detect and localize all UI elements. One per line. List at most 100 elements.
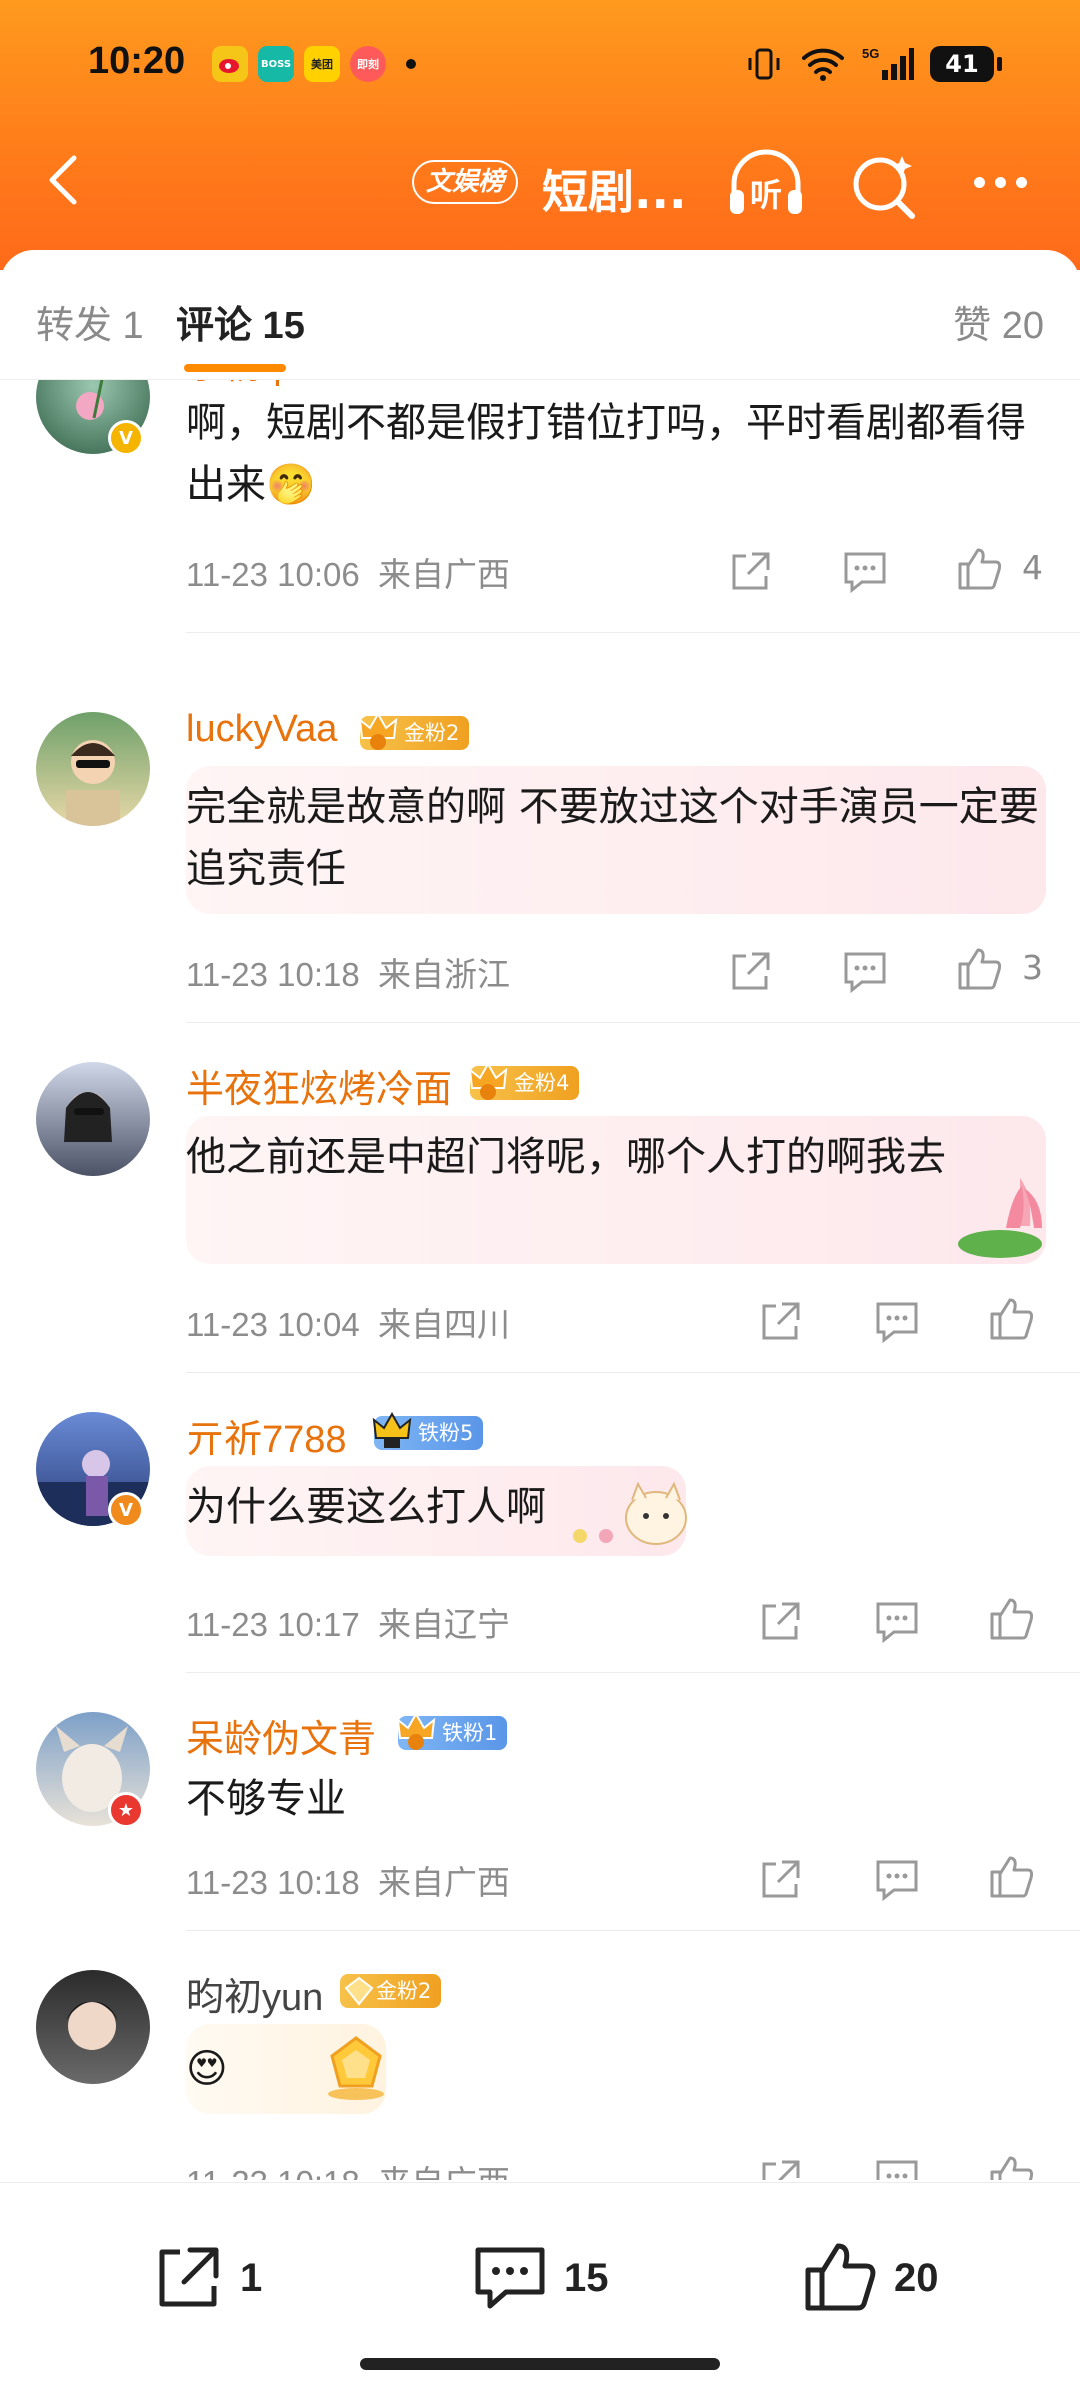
comment-username[interactable]: 亓祈7788 xyxy=(186,1408,347,1463)
comment-time: 11-23 10:18 xyxy=(186,1864,360,1901)
vibrate-icon xyxy=(748,48,780,80)
share-icon[interactable] xyxy=(756,1854,806,1904)
share-icon[interactable] xyxy=(756,2154,806,2180)
like-icon[interactable] xyxy=(954,944,1004,994)
comment-item: ★ 呆龄伪文青 铁粉1 不够专业 11-23 10:18 来自广西 xyxy=(0,1672,1080,1931)
tab-likes[interactable]: 赞 20 xyxy=(953,294,1044,349)
comment-time: 11-23 10:04 xyxy=(186,1306,360,1343)
comment-count: 15 xyxy=(564,2255,609,2300)
more-dot-icon xyxy=(1015,176,1027,188)
listen-button[interactable]: 听 xyxy=(724,144,808,224)
comment-meta: 11-23 10:04 来自四川 xyxy=(186,1298,510,1346)
home-indicator[interactable] xyxy=(360,2358,720,2370)
more-button[interactable] xyxy=(962,162,1038,202)
divider xyxy=(186,632,1080,633)
chevron-left-icon xyxy=(49,155,77,205)
fan-badge-label: 金粉4 xyxy=(514,1071,570,1095)
comment-emoji: 😍 xyxy=(186,2046,228,2092)
like-count: 3 xyxy=(1022,948,1043,987)
tab-bar: 转发 1 评论 15 赞 20 xyxy=(0,250,1080,380)
comment-location: 来自浙江 xyxy=(378,956,511,993)
fan-badge: 金粉4 xyxy=(468,1061,580,1100)
comment-meta: 11-23 10:17 来自辽宁 xyxy=(186,1598,510,1646)
reply-icon[interactable] xyxy=(840,546,890,596)
tab-comments[interactable]: 评论 15 xyxy=(176,294,305,349)
nav-bar: 文娱榜 短剧... 听 xyxy=(0,140,1080,240)
verified-star-icon: ★ xyxy=(108,1792,144,1828)
crown-icon xyxy=(372,1411,412,1448)
back-button[interactable] xyxy=(36,150,96,210)
comment-username[interactable]: 呆龄伪文青 xyxy=(186,1708,376,1763)
fan-badge: 铁粉1 xyxy=(396,1711,508,1750)
verified-v-icon: V xyxy=(108,420,144,456)
comment-text: 为什么要这么打人啊 xyxy=(186,1484,546,1530)
more-dot-icon xyxy=(973,176,985,188)
comment-username[interactable]: 小杨 | XZ xyxy=(186,380,342,389)
fan-badge: 金粉2 xyxy=(340,1974,442,2008)
comment-emoji: 🤭 xyxy=(266,462,316,508)
comment-username[interactable]: luckyVaa xyxy=(186,708,337,751)
like-icon[interactable] xyxy=(986,1294,1036,1344)
comment-meta: 11-23 10:06 来自广西 xyxy=(186,548,510,596)
like-icon[interactable] xyxy=(986,2152,1036,2180)
status-time: 10:20 xyxy=(88,40,186,82)
comment-list: V 小杨 | XZ 啊，短剧不都是假打错位打吗，平时看剧都看得出来🤭 11-23… xyxy=(0,380,1080,2180)
tab-reposts[interactable]: 转发 1 xyxy=(36,294,144,349)
status-right: 5G 41 xyxy=(744,44,1002,84)
comment-username[interactable]: 半夜狂炫烤冷面 xyxy=(186,1058,452,1113)
comment-meta: 11-23 10:18 来自浙江 xyxy=(186,948,510,996)
comment-username[interactable]: 昀初yun xyxy=(186,1966,323,2021)
svg-text:5G: 5G xyxy=(862,46,879,61)
search-button[interactable] xyxy=(848,150,920,222)
crown-icon xyxy=(468,1061,508,1100)
weibo-app-icon xyxy=(212,46,248,82)
crown-icon xyxy=(396,1711,436,1750)
comment-button[interactable]: 15 xyxy=(470,2233,609,2323)
header: 10:20 BOSS 美团 即刻 5G 41 文娱榜 短剧... 听 xyxy=(0,0,1080,270)
share-icon[interactable] xyxy=(726,546,776,596)
meituan-app-icon: 美团 xyxy=(304,46,340,82)
comment-text: 他之前还是中超门将呢，哪个人打的啊我去 xyxy=(186,1134,946,1180)
avatar[interactable] xyxy=(36,1970,150,2084)
reply-icon[interactable] xyxy=(872,1596,922,1646)
comment-item: V 小杨 | XZ 啊，短剧不都是假打错位打吗，平时看剧都看得出来🤭 11-23… xyxy=(0,380,1080,633)
like-icon[interactable] xyxy=(954,544,1004,594)
reply-icon[interactable] xyxy=(872,1854,922,1904)
fan-badge: 金粉2 xyxy=(358,711,470,750)
share-icon[interactable] xyxy=(756,1296,806,1346)
comment-time: 11-23 10:06 xyxy=(186,556,360,593)
comment-sheet: 转发 1 评论 15 赞 20 V 小杨 | XZ 啊，短剧不都是假打错位打吗，… xyxy=(0,250,1080,2392)
boss-app-icon: BOSS xyxy=(258,46,294,82)
comment-text: 不够专业 xyxy=(186,1776,346,1822)
share-icon[interactable] xyxy=(756,1596,806,1646)
reply-icon[interactable] xyxy=(840,946,890,996)
gold-medal-sticker-icon xyxy=(328,2036,384,2100)
comment-location: 来自广西 xyxy=(378,1864,511,1901)
repost-button[interactable]: 1 xyxy=(150,2233,262,2323)
avatar[interactable] xyxy=(36,712,150,826)
status-app-icons: BOSS 美团 即刻 xyxy=(212,46,416,82)
reply-icon[interactable] xyxy=(872,1296,922,1346)
comment-time: 11-23 10:18 xyxy=(186,2164,360,2180)
comment-meta: 11-23 10:18 来自广西 xyxy=(186,2156,510,2180)
comment-location: 来自四川 xyxy=(378,1306,511,1343)
like-button[interactable]: 20 xyxy=(800,2233,939,2323)
status-bar: 10:20 BOSS 美团 即刻 5G 41 xyxy=(0,36,1080,96)
rank-badge[interactable]: 文娱榜 xyxy=(412,160,519,204)
thumbs-up-icon xyxy=(805,2243,876,2311)
fan-badge: 铁粉5 xyxy=(372,1411,484,1450)
share-icon[interactable] xyxy=(726,946,776,996)
like-icon[interactable] xyxy=(986,1594,1036,1644)
comment-location: 来自广西 xyxy=(378,556,511,593)
reply-icon[interactable] xyxy=(872,2154,922,2180)
tab-indicator xyxy=(184,364,286,372)
comment-text: 😍 xyxy=(186,2038,1046,2100)
anime-avatar-icon xyxy=(66,740,120,826)
fan-badge-label: 铁粉5 xyxy=(418,1421,474,1445)
like-icon[interactable] xyxy=(986,1852,1036,1902)
repost-icon xyxy=(159,2247,219,2307)
diamond-icon xyxy=(344,1976,374,2006)
comment-text: 啊，短剧不都是假打错位打吗，平时看剧都看得出来🤭 xyxy=(186,392,1046,516)
wifi-icon xyxy=(802,48,844,81)
avatar[interactable] xyxy=(36,1062,150,1176)
